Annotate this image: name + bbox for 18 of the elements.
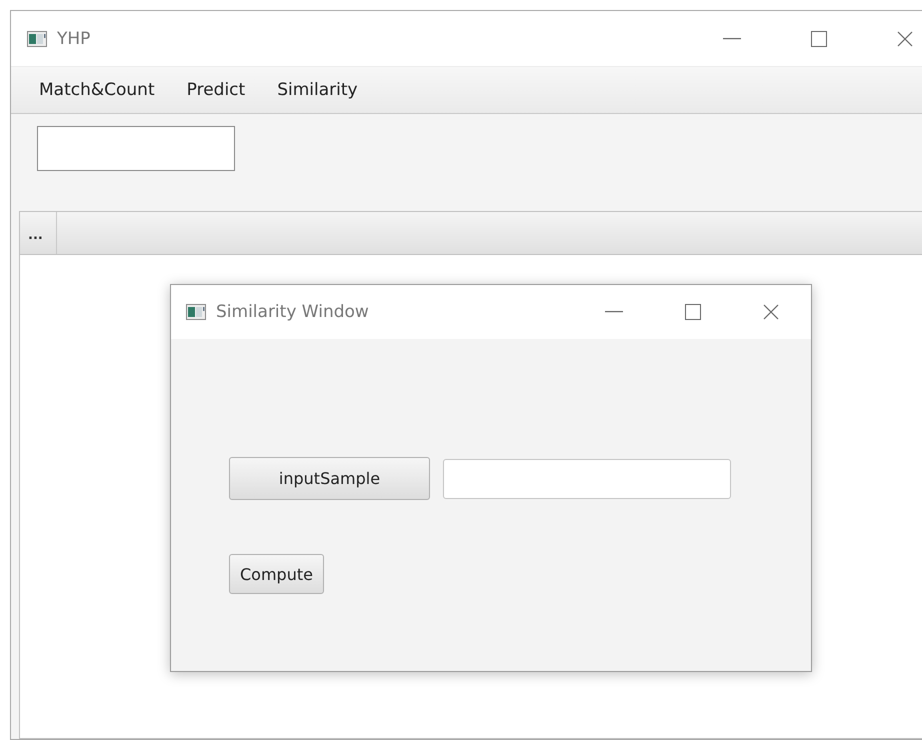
menu-item[interactable]: Match&Count	[39, 80, 155, 100]
minimize-icon[interactable]	[723, 38, 741, 40]
dialog-title: Similarity Window	[216, 302, 369, 322]
app-icon	[27, 30, 47, 46]
close-icon[interactable]	[763, 304, 779, 320]
maximize-icon[interactable]	[811, 30, 827, 46]
input-sample-button[interactable]: inputSample	[229, 457, 430, 500]
menu-item[interactable]: Predict	[186, 80, 246, 100]
input-field[interactable]	[37, 126, 235, 171]
compute-button[interactable]: Compute	[229, 554, 324, 594]
sample-field[interactable]	[443, 458, 731, 498]
menu-item[interactable]: Similarity	[277, 80, 358, 100]
close-icon[interactable]	[897, 30, 913, 46]
maximize-icon[interactable]	[685, 304, 701, 320]
app-icon	[186, 304, 206, 320]
column-header[interactable]: ...	[20, 212, 57, 254]
minimize-icon[interactable]	[605, 311, 623, 313]
window-title: YHP	[57, 28, 90, 48]
